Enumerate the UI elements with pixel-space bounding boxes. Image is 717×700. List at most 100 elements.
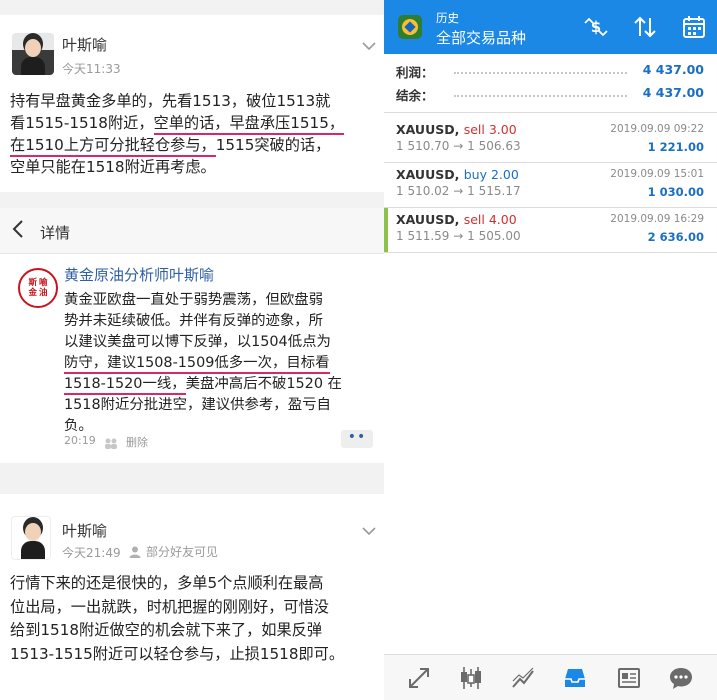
post-line: 防守，建议1508-1509低多一次，目标看 [64, 353, 370, 374]
deal-side: sell 3.00 [463, 122, 517, 137]
chevron-down-icon[interactable] [362, 524, 376, 540]
highlighted-text: 防守，建议1508-1509低多一次，目标看 [64, 355, 330, 374]
deal-prices: 1 510.70 → 1 506.63 [396, 139, 521, 153]
seal-char: 喻 [39, 278, 48, 288]
deal-profit: 1 221.00 [647, 140, 704, 154]
line-chart-icon[interactable] [510, 665, 536, 691]
symbol-text: XAUUSD, [396, 212, 460, 227]
plain-text: 黄金亚欧盘一直处于弱势震荡，但欧盘弱 [64, 292, 324, 308]
dotted-leader [454, 72, 627, 74]
author-avatar[interactable] [12, 33, 54, 75]
detail-time: 20:19 [64, 434, 96, 447]
post-card-evening: 叶斯喻 今天21:49 行情下来的还是很快的，多单5个点顺利在最高 位出局，一出… [0, 494, 384, 700]
summary-profit-row: 利润： 4 437.00 [384, 60, 717, 82]
post-body: 行情下来的还是很快的，多单5个点顺利在最高 位出局，一出就跌，时机把握的刚刚好，… [10, 572, 370, 666]
plain-text: 以建议美盘可以博下反弹，以1504低点为 [64, 334, 331, 350]
post-line: 1513-1515附近可以轻仓参与，止损1518即可。 [10, 644, 345, 663]
summary-label: 利润： [396, 65, 434, 80]
chat-bubble-icon[interactable] [668, 665, 694, 691]
toolbar-title[interactable]: 全部交易品种 [436, 27, 526, 48]
arrow-icon: → [453, 184, 464, 198]
history-inbox-icon[interactable] [562, 665, 588, 691]
deal-row[interactable]: XAUUSD, sell 3.00 1 510.70 → 1 506.63 2019… [384, 118, 717, 162]
author-name[interactable]: 叶斯喻 [62, 34, 107, 55]
plain-text: 1518附近分批进空，建议供参考，盈亏自 [64, 397, 331, 413]
post-line: 给到1518附近做空的机会就下来了，如果反弹 [10, 621, 323, 639]
detail-author-name[interactable]: 黄金原油分析师叶斯喻 [64, 264, 214, 285]
plain-text: 美盘冲高后不破1520 在 [185, 376, 342, 392]
post-line: 以建议美盘可以博下反弹，以1504低点为 [64, 332, 370, 353]
candlestick-chart-icon[interactable] [458, 665, 484, 691]
post-line: 看1515-1518附近，空单的话，早盘承压1515， [10, 112, 370, 135]
deal-symbol: XAUUSD, sell 4.00 [396, 212, 517, 227]
summary-value: 4 437.00 [642, 62, 704, 77]
highlighted-text: 空单的话，早盘承压1515， [153, 114, 345, 135]
post-time: 今天11:33 [62, 62, 121, 76]
seal-char: 油 [39, 288, 48, 298]
post-body: 持有早盘黄金多单的，先看1513，破位1513就 看1515-1518附近，空单的… [10, 90, 370, 178]
summary-balance-row: 结余： 4 437.00 [384, 83, 717, 105]
detail-body: 黄金亚欧盘一直处于弱势震荡，但欧盘弱 势并未延续破低。并伴有反弹的迹象，所 以建议美… [64, 290, 370, 437]
toolbar-subtitle: 历史 [436, 11, 459, 25]
author-name[interactable]: 叶斯喻 [62, 520, 107, 541]
sort-arrows-icon[interactable] [632, 14, 658, 40]
like-avatars-icon [104, 434, 118, 449]
close-price: 1 506.63 [467, 139, 521, 153]
seal-char: 斯 [28, 278, 37, 288]
plain-text: 1515突破的话， [215, 136, 331, 154]
plain-text: 持有早盘黄金多单的，先看1513，破位1513就 [10, 92, 331, 110]
close-price: 1 505.00 [467, 229, 521, 243]
deal-row[interactable]: XAUUSD, buy 2.00 1 510.02 → 1 515.17 2019.… [384, 163, 717, 207]
post-line: 位出局，一出就跌，时机把握的刚刚好，可惜没 [10, 597, 329, 616]
symbol-text: XAUUSD, [396, 122, 460, 137]
calendar-icon[interactable] [681, 14, 707, 40]
open-price: 1 510.02 [396, 184, 450, 198]
deal-side: buy 2.00 [463, 167, 519, 182]
post-line: 在1510上方可分批轻仓参与，1515突破的话， [10, 134, 370, 157]
plain-text: 空单只能在1518附近再考虑。 [10, 158, 216, 176]
plain-text: 势并未延续破低。并伴有反弹的迹象，所 [64, 313, 324, 329]
post-line: 空单只能在1518附近再考虑。 [10, 156, 370, 178]
back-arrow-icon[interactable] [12, 219, 32, 243]
seal-char: 金 [28, 288, 37, 298]
post-line: 1518-1520一线，美盘冲高后不破1520 在 [64, 374, 370, 395]
post-time: 今天21:49 [62, 546, 121, 560]
bottom-navigation [384, 654, 717, 700]
seal-row: 斯喻 [20, 278, 56, 288]
more-options-button[interactable]: •• [341, 430, 373, 448]
app-toolbar: 历史 全部交易品种 $ [384, 0, 717, 54]
deal-datetime: 2019.09.09 15:01 [610, 168, 704, 180]
plain-text: 看1515-1518附近， [10, 114, 154, 132]
author-seal-logo[interactable]: 斯喻金油 [18, 268, 58, 308]
close-price: 1 515.17 [467, 184, 521, 198]
news-icon[interactable] [616, 665, 642, 691]
deal-prices: 1 511.59 → 1 505.00 [396, 229, 521, 243]
author-avatar[interactable] [11, 516, 51, 560]
social-feed-panel: 叶斯喻 今天11:33 持有早盘黄金多单的，先看1513，破位1513就 看151… [0, 0, 384, 700]
deal-prices: 1 510.02 → 1 515.17 [396, 184, 521, 198]
symbol-text: XAUUSD, [396, 167, 460, 182]
deal-datetime: 2019.09.09 09:22 [610, 123, 704, 135]
chevron-down-icon[interactable] [362, 39, 376, 55]
trade-arrows-icon[interactable] [406, 665, 432, 691]
dotted-leader [454, 95, 627, 97]
deal-side: sell 4.00 [463, 212, 517, 227]
row-divider [384, 252, 717, 253]
detail-title: 详情 [40, 224, 71, 242]
highlighted-text: 在1510上方可分批轻仓参与， [10, 136, 216, 157]
delete-link[interactable]: 删除 [126, 434, 148, 450]
deal-row[interactable]: XAUUSD, sell 4.00 1 511.59 → 1 505.00 2019… [384, 208, 717, 252]
arrow-icon: → [453, 139, 464, 153]
deal-datetime: 2019.09.09 16:29 [610, 213, 704, 225]
selected-indicator [384, 208, 388, 252]
post-line: 势并未延续破低。并伴有反弹的迹象，所 [64, 311, 370, 332]
arrow-icon: → [453, 229, 464, 243]
metatrader-logo-icon[interactable] [398, 15, 422, 39]
summary-label: 结余： [396, 88, 434, 103]
detail-header: 详情 [0, 208, 384, 254]
currency-sort-icon[interactable]: $ [583, 14, 609, 40]
plain-text: 负。 [64, 418, 93, 434]
deal-profit: 1 030.00 [647, 185, 704, 199]
section-divider [384, 112, 717, 113]
post-line: 持有早盘黄金多单的，先看1513，破位1513就 [10, 90, 370, 112]
